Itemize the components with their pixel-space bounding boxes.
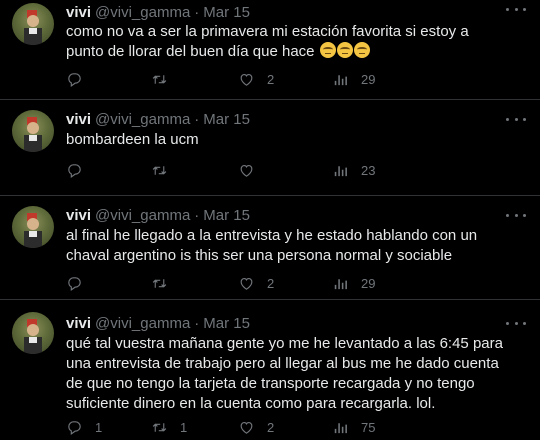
smiling-face-with-tear-icon <box>353 42 370 58</box>
tweet-text-content: como no va a ser la primavera mi estació… <box>66 23 469 60</box>
separator: · <box>194 110 200 128</box>
reply-button[interactable] <box>66 273 95 293</box>
tweet-text: bombardeen la ucm <box>66 130 506 150</box>
display-name[interactable]: vivi <box>66 4 91 21</box>
tweet-header: vivi @vivi_gamma · Mar 15 <box>66 314 250 332</box>
views-button[interactable]: 23 <box>332 160 375 180</box>
view-count: 29 <box>361 71 376 87</box>
like-count: 2 <box>267 275 275 291</box>
like-button[interactable] <box>238 160 267 180</box>
retweet-icon <box>152 74 167 84</box>
like-button[interactable]: 2 <box>238 273 274 293</box>
views-button[interactable]: 29 <box>332 69 375 89</box>
tweet-actions: 1 1 2 75 <box>66 417 526 437</box>
retweet-count: 1 <box>180 419 188 435</box>
username[interactable]: @vivi_gamma <box>95 4 190 21</box>
retweet-button[interactable] <box>151 69 180 89</box>
reply-button[interactable] <box>66 160 95 180</box>
analytics-icon <box>334 165 347 176</box>
separator: · <box>194 314 200 332</box>
more-icon[interactable] <box>506 316 526 330</box>
tweet-text-content: al final he llegado a la entrevista y he… <box>66 227 478 264</box>
tweet-actions: 2 29 <box>66 69 526 89</box>
view-count: 23 <box>361 162 376 178</box>
reply-icon <box>68 72 81 87</box>
separator: · <box>194 3 200 21</box>
more-icon[interactable] <box>506 208 526 222</box>
retweet-button[interactable] <box>151 160 180 180</box>
tweet[interactable]: vivi @vivi_gamma · Mar 15 bombardeen la … <box>0 100 540 196</box>
avatar[interactable] <box>12 206 54 248</box>
avatar[interactable] <box>12 110 54 152</box>
reply-count: 1 <box>95 419 103 435</box>
tweet-text-content: qué tal vuestra mañana gente yo me he le… <box>66 335 503 412</box>
like-button[interactable]: 2 <box>238 69 274 89</box>
more-icon[interactable] <box>506 112 526 126</box>
tweet-actions: 2 29 <box>66 273 526 293</box>
tweet-text: al final he llegado a la entrevista y he… <box>66 226 506 266</box>
username[interactable]: @vivi_gamma <box>95 207 190 224</box>
reply-icon <box>68 420 81 435</box>
tweet-actions: 23 <box>66 160 526 180</box>
tweet-text: como no va a ser la primavera mi estació… <box>66 22 506 62</box>
retweet-icon <box>152 165 167 175</box>
like-button[interactable]: 2 <box>238 417 274 437</box>
tweet-date[interactable]: Mar 15 <box>203 315 250 332</box>
tweet-date[interactable]: Mar 15 <box>203 111 250 128</box>
smiling-face-with-tear-icon <box>319 42 336 58</box>
more-icon[interactable] <box>506 2 526 16</box>
reply-icon <box>68 276 81 291</box>
view-count: 29 <box>361 275 376 291</box>
tweet-header: vivi @vivi_gamma · Mar 15 <box>66 206 250 224</box>
retweet-button[interactable]: 1 <box>151 417 187 437</box>
avatar[interactable] <box>12 312 54 354</box>
heart-icon <box>240 73 253 86</box>
tweet-text: qué tal vuestra mañana gente yo me he le… <box>66 334 506 414</box>
username[interactable]: @vivi_gamma <box>95 315 190 332</box>
display-name[interactable]: vivi <box>66 111 91 128</box>
like-count: 2 <box>267 71 275 87</box>
tweet-text-content: bombardeen la ucm <box>66 131 199 148</box>
reply-button[interactable]: 1 <box>66 417 102 437</box>
tweet[interactable]: vivi @vivi_gamma · Mar 15 qué tal vuestr… <box>0 300 540 440</box>
tweet-date[interactable]: Mar 15 <box>203 207 250 224</box>
retweet-button[interactable] <box>151 273 180 293</box>
heart-icon <box>240 277 253 290</box>
views-button[interactable]: 29 <box>332 273 375 293</box>
tweet-header: vivi @vivi_gamma · Mar 15 <box>66 110 250 128</box>
analytics-icon <box>334 422 347 433</box>
analytics-icon <box>334 278 347 289</box>
view-count: 75 <box>361 419 376 435</box>
separator: · <box>194 206 200 224</box>
username[interactable]: @vivi_gamma <box>95 111 190 128</box>
tweet[interactable]: vivi @vivi_gamma · Mar 15 como no va a s… <box>0 0 540 100</box>
avatar[interactable] <box>12 3 54 45</box>
tweet[interactable]: vivi @vivi_gamma · Mar 15 al final he ll… <box>0 196 540 300</box>
tweet-feed: vivi @vivi_gamma · Mar 15 como no va a s… <box>0 0 540 440</box>
heart-icon <box>240 164 253 177</box>
reply-button[interactable] <box>66 69 95 89</box>
tweet-header: vivi @vivi_gamma · Mar 15 <box>66 3 250 21</box>
views-button[interactable]: 75 <box>332 417 375 437</box>
analytics-icon <box>334 74 347 85</box>
heart-icon <box>240 421 253 434</box>
like-count: 2 <box>267 419 275 435</box>
retweet-icon <box>152 278 167 288</box>
display-name[interactable]: vivi <box>66 207 91 224</box>
retweet-icon <box>152 422 167 432</box>
reply-icon <box>68 163 81 178</box>
display-name[interactable]: vivi <box>66 315 91 332</box>
smiling-face-with-tear-icon <box>336 42 353 58</box>
tweet-date[interactable]: Mar 15 <box>203 4 250 21</box>
